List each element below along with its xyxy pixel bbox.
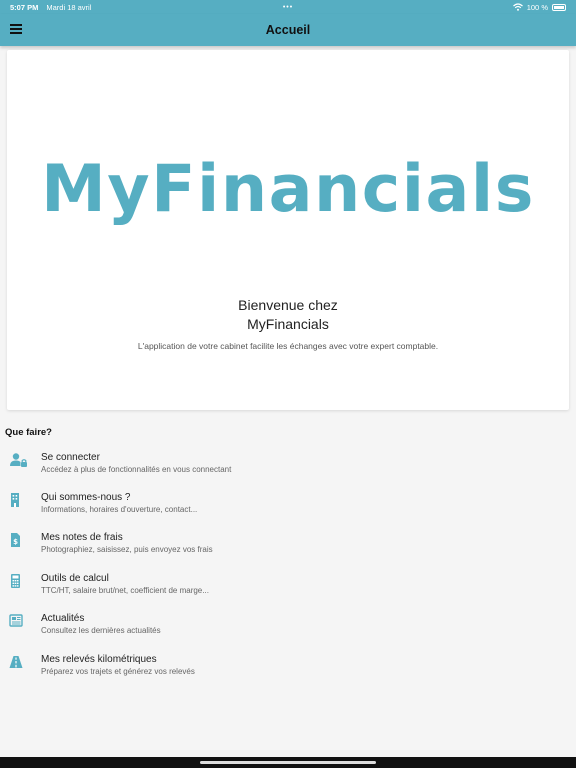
status-time: 5:07 PM: [10, 2, 39, 12]
item-subtitle: Consultez les dernières actualités: [41, 626, 161, 635]
home-indicator[interactable]: [200, 761, 376, 764]
newspaper-icon: [9, 614, 23, 627]
receipt-icon: $: [11, 533, 20, 547]
welcome-tagline: L'application de votre cabinet facilite …: [137, 341, 439, 351]
item-subtitle: Accédez à plus de fonctionnalités en vou…: [41, 465, 232, 474]
item-title: Se connecter: [41, 452, 100, 463]
multitask-dots[interactable]: •••: [283, 4, 293, 11]
status-bar: 5:07 PM Mardi 18 avril ••• 100 %: [0, 0, 576, 14]
wifi-icon: [512, 3, 523, 11]
welcome-line-2: MyFinancials: [247, 316, 329, 332]
page-title: Accueil: [265, 23, 311, 37]
list-item-about[interactable]: Qui sommes-nous ? Informations, horaires…: [0, 492, 576, 532]
brand-logo: MyFinancials: [41, 152, 535, 227]
battery-percent: 100 %: [526, 2, 548, 12]
list-item-expenses[interactable]: $ Mes notes de frais Photographiez, sais…: [0, 532, 576, 572]
item-title: Actualités: [41, 613, 85, 624]
status-date: Mardi 18 avril: [46, 2, 92, 12]
item-title: Mes relevés kilométriques: [41, 654, 157, 665]
item-title: Qui sommes-nous ?: [41, 492, 131, 503]
menu-icon[interactable]: [10, 24, 22, 34]
item-subtitle: Photographiez, saisissez, puis envoyez v…: [41, 545, 213, 554]
calculator-icon: [11, 574, 20, 588]
svg-text:$: $: [13, 538, 18, 546]
road-icon: [9, 656, 23, 668]
user-lock-icon: [10, 453, 27, 467]
status-right: 100 %: [512, 2, 566, 12]
list-item-mileage[interactable]: Mes relevés kilométriques Préparez vos t…: [0, 654, 576, 694]
welcome-line-1: Bienvenue chez: [238, 297, 338, 313]
welcome-text: Bienvenue chez MyFinancials: [7, 296, 569, 334]
list-item-connect[interactable]: Se connecter Accédez à plus de fonctionn…: [0, 452, 576, 492]
home-indicator-bar: [0, 757, 576, 768]
battery-icon: [552, 3, 566, 11]
item-subtitle: TTC/HT, salaire brut/net, coefficient de…: [41, 586, 209, 595]
section-title: Que faire?: [5, 427, 52, 438]
item-title: Outils de calcul: [41, 573, 109, 584]
building-icon: [11, 493, 19, 507]
app-header: Accueil: [0, 14, 576, 46]
list-item-news[interactable]: Actualités Consultez les dernières actua…: [0, 613, 576, 653]
item-subtitle: Préparez vos trajets et générez vos rele…: [41, 667, 195, 676]
item-title: Mes notes de frais: [41, 532, 123, 543]
welcome-card: MyFinancials Bienvenue chez MyFinancials…: [7, 50, 569, 410]
item-subtitle: Informations, horaires d'ouverture, cont…: [41, 505, 198, 514]
list-item-calculators[interactable]: Outils de calcul TTC/HT, salaire brut/ne…: [0, 573, 576, 613]
